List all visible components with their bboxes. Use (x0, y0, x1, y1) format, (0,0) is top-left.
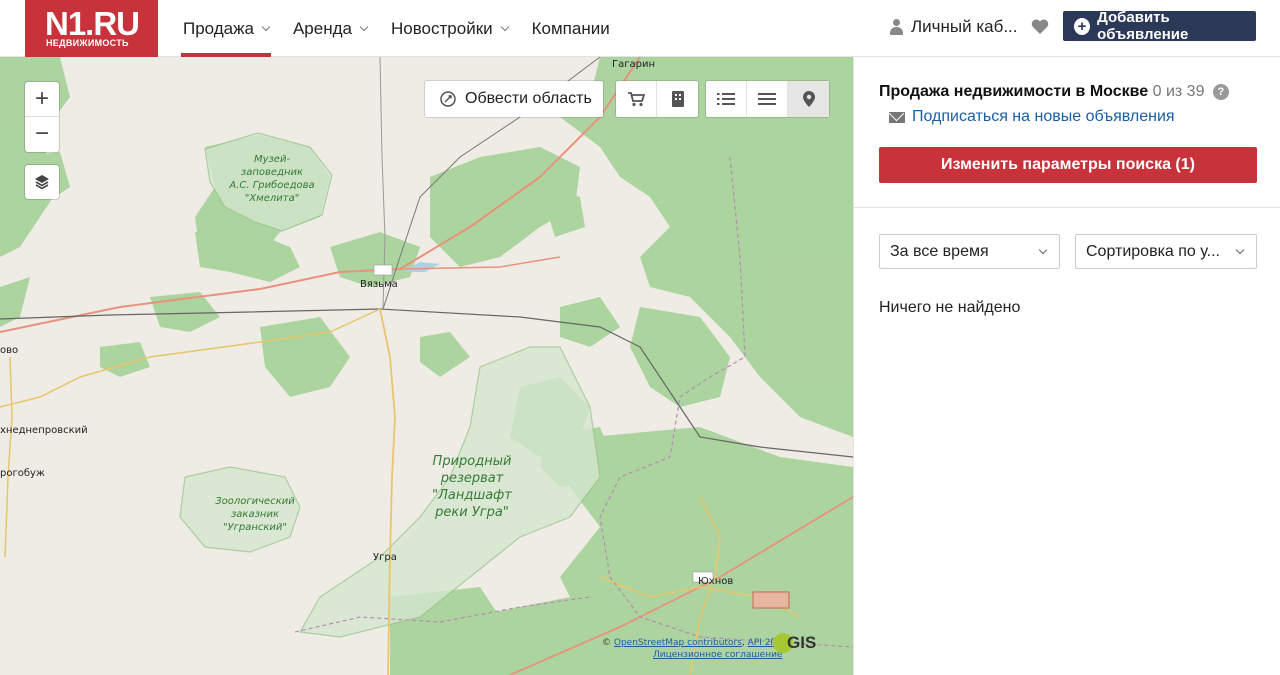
period-select[interactable]: За все время (879, 234, 1060, 269)
cart-icon (628, 92, 645, 107)
osm-link[interactable]: OpenStreetMap contributors (614, 638, 742, 648)
map-label-zoological-reserve: Зоологический заказник "Угранский" (215, 496, 295, 533)
logo-subtitle: НЕДВИЖИМОСТЬ (46, 38, 129, 48)
results-sidebar: Продажа недвижимости в Москве 0 из 39 ? … (853, 57, 1280, 675)
results-title: Продажа недвижимости в Москве 0 из 39 ? (879, 83, 1229, 101)
nav-item-sale[interactable]: Продажа (181, 0, 271, 57)
subscribe-label: Подписаться на новые объявления (912, 108, 1175, 125)
zoom-out-button[interactable]: − (25, 117, 59, 152)
draw-icon (440, 91, 456, 107)
add-listing-label: Добавить объявление (1097, 9, 1189, 43)
view-toggle (706, 81, 829, 117)
map-label-ovo: ово (0, 345, 19, 356)
heart-icon[interactable] (1030, 17, 1050, 37)
account-label: Личный каб... (911, 17, 1018, 36)
main-nav: Продажа Аренда Новостройки Компании (181, 0, 634, 57)
pin-icon (802, 91, 815, 107)
infrastructure-button[interactable] (657, 81, 698, 117)
chevron-down-icon (500, 22, 509, 31)
nav-item-label: Компании (531, 18, 610, 38)
menu-icon (758, 93, 776, 105)
zoom-in-button[interactable]: + (25, 82, 59, 117)
layers-icon (35, 175, 49, 190)
site-logo[interactable]: N1.RU НЕДВИЖИМОСТЬ (25, 0, 158, 57)
draw-area-label: Обвести область (465, 90, 592, 107)
nav-item-rent[interactable]: Аренда (292, 0, 369, 57)
map-label-dorogobuzh: рогобуж (0, 468, 45, 479)
poi-toolbar (616, 81, 698, 117)
nav-item-companies[interactable]: Компании (532, 0, 610, 57)
chevron-down-icon (261, 22, 271, 31)
compact-view-button[interactable] (747, 81, 788, 117)
sort-select[interactable]: Сортировка по у... (1075, 234, 1257, 269)
chevron-down-icon (359, 22, 369, 31)
draw-area-button[interactable]: Обвести область (425, 81, 603, 117)
zoom-control: + − (25, 82, 59, 152)
divider (854, 207, 1280, 208)
map-label-gagarin: Гагарин (612, 59, 655, 70)
user-icon (889, 18, 904, 36)
nav-item-new-buildings[interactable]: Новостройки (390, 0, 509, 57)
map-attribution: © OpenStreetMap contributors, API 2ГИС Л… (602, 637, 789, 661)
shops-button[interactable] (616, 81, 657, 117)
help-icon[interactable]: ? (1212, 84, 1229, 100)
map-label-museum-reserve: Музей- заповедник А.С. Грибоедова "Хмели… (229, 154, 315, 204)
map-label-ugra: Угра (373, 552, 397, 563)
add-listing-button[interactable]: + Добавить объявление (1063, 9, 1256, 43)
map-view[interactable]: Гагарин Вязьма Угра Юхнов хнеднепровский… (0, 57, 853, 675)
layers-button[interactable] (25, 165, 59, 199)
map-view-button[interactable] (788, 81, 829, 117)
plus-icon: + (1074, 17, 1091, 35)
license-link[interactable]: Лицензионное соглашение (653, 650, 782, 660)
empty-results-message: Ничего не найдено (879, 299, 1021, 316)
2gis-logo-text: GIS (787, 633, 817, 652)
2gis-logo[interactable]: GIS (773, 633, 816, 653)
nav-item-label: Новостройки (390, 18, 493, 38)
chevron-down-icon (1038, 245, 1048, 255)
map-label-ugra-reserve: Природный резерват "Ландшафт реки Угра" (432, 454, 512, 520)
results-title-text: Продажа недвижимости в Москве (879, 83, 1149, 100)
nav-item-label: Аренда (292, 18, 352, 38)
attribution-separator: , (741, 638, 745, 648)
copyright-sign: © (602, 638, 611, 648)
map-label-verkhnedneprovsky: хнеднепровский (0, 425, 88, 436)
results-count: 0 из 39 (1152, 83, 1205, 100)
map-label-yukhnov: Юхнов (698, 576, 734, 587)
building-icon (671, 91, 684, 107)
account-link[interactable]: Личный каб... (889, 17, 1018, 37)
period-select-value: За все время (890, 243, 989, 260)
sort-select-value: Сортировка по у... (1086, 243, 1220, 260)
nav-item-label: Продажа (183, 18, 254, 38)
chevron-down-icon (1235, 245, 1245, 255)
envelope-icon (889, 111, 905, 123)
list-icon (717, 93, 735, 105)
subscribe-link[interactable]: Подписаться на новые объявления (889, 108, 1175, 126)
change-search-button[interactable]: Изменить параметры поиска (1) (879, 147, 1257, 183)
site-header: N1.RU НЕДВИЖИМОСТЬ Продажа Аренда Новост… (0, 0, 1280, 57)
list-view-button[interactable] (706, 81, 747, 117)
logo-text: N1.RU (45, 5, 140, 42)
map-label-vyazma: Вязьма (360, 279, 398, 290)
